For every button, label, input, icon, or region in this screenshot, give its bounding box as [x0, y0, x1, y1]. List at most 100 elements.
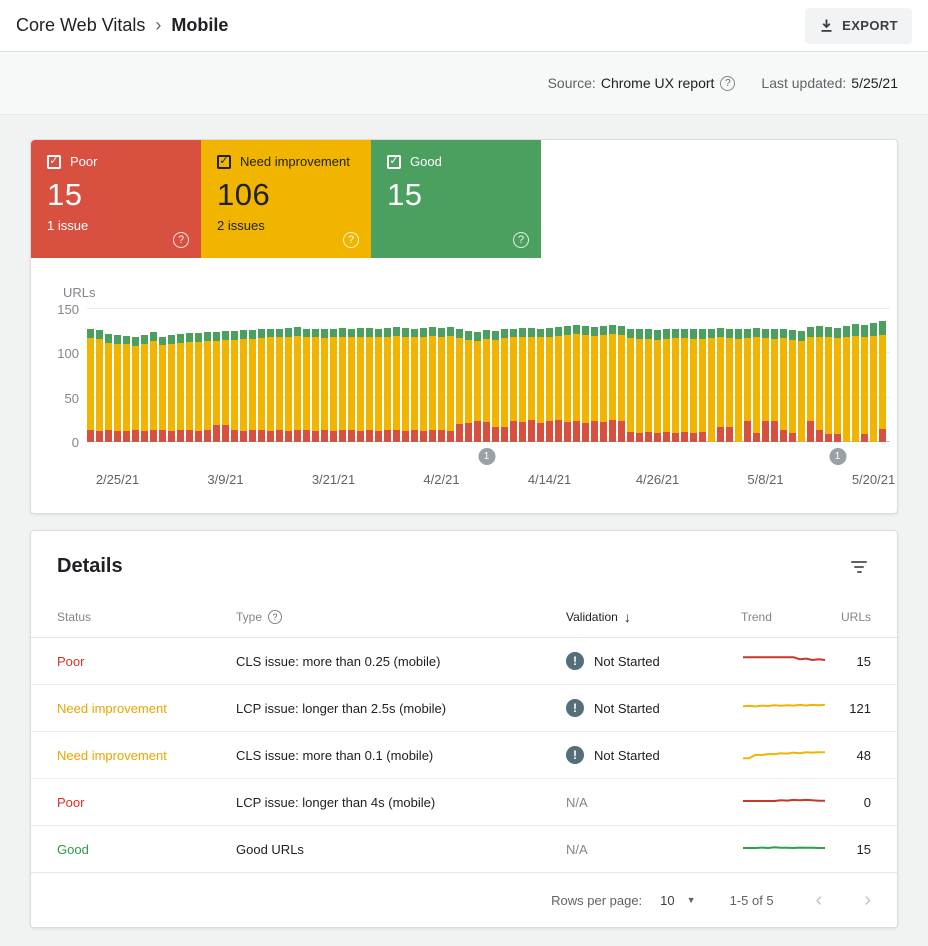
stacked-bar[interactable] [447, 326, 454, 442]
help-icon[interactable]: ? [173, 232, 189, 248]
rows-per-page-select[interactable]: 10 ▼ [660, 893, 695, 908]
breadcrumb-core-web-vitals[interactable]: Core Web Vitals [16, 15, 145, 36]
stacked-bar[interactable] [204, 332, 211, 442]
stacked-bar[interactable] [87, 329, 94, 442]
table-row[interactable]: Poor CLS issue: more than 0.25 (mobile)! N… [31, 638, 897, 685]
table-row[interactable]: Need improvement LCP issue: longer than 2… [31, 685, 897, 732]
next-page-button[interactable]: › [864, 890, 871, 910]
stacked-bar[interactable] [213, 332, 220, 442]
stacked-bar[interactable] [159, 336, 166, 442]
checked-checkbox-icon[interactable]: ✓ [217, 154, 231, 169]
stacked-bar[interactable] [195, 332, 202, 442]
stacked-bar[interactable] [816, 325, 823, 442]
stacked-bar[interactable] [744, 328, 751, 442]
stacked-bar[interactable] [546, 327, 553, 442]
status-card-good[interactable]: ✓ Good 15? [371, 140, 541, 258]
stacked-bar[interactable] [411, 328, 418, 442]
stacked-bar[interactable] [861, 324, 868, 442]
annotation-marker[interactable]: 1 [829, 448, 846, 465]
stacked-bar[interactable] [519, 327, 526, 442]
stacked-bar[interactable] [393, 326, 400, 442]
stacked-bar[interactable] [186, 332, 193, 442]
filter-icon[interactable] [847, 557, 871, 577]
stacked-bar[interactable] [537, 328, 544, 442]
previous-page-button[interactable]: ‹ [816, 890, 823, 910]
stacked-bar[interactable] [474, 332, 481, 442]
stacked-bar[interactable] [690, 329, 697, 442]
stacked-bar[interactable] [627, 328, 634, 442]
stacked-bar[interactable] [798, 331, 805, 442]
stacked-bar[interactable] [528, 327, 535, 442]
help-icon[interactable]: ? [343, 232, 359, 248]
stacked-bar[interactable] [141, 334, 148, 442]
stacked-bar[interactable] [249, 330, 256, 442]
stacked-bar[interactable] [789, 330, 796, 442]
checked-checkbox-icon[interactable]: ✓ [47, 154, 61, 169]
checked-checkbox-icon[interactable]: ✓ [387, 154, 401, 169]
stacked-bar[interactable] [402, 327, 409, 442]
status-card-need-improvement[interactable]: ✓ Need improvement 106 2 issues? [201, 140, 371, 258]
status-card-poor[interactable]: ✓ Poor 15 1 issue? [31, 140, 201, 258]
stacked-bar[interactable] [762, 328, 769, 442]
stacked-bar[interactable] [384, 327, 391, 442]
stacked-bar[interactable] [564, 325, 571, 442]
stacked-bar[interactable] [96, 330, 103, 442]
stacked-bar[interactable] [429, 326, 436, 442]
stacked-bar[interactable] [492, 331, 499, 442]
column-header-urls[interactable]: URLs [841, 610, 871, 624]
stacked-bar[interactable] [267, 328, 274, 442]
help-icon[interactable]: ? [268, 609, 283, 624]
stacked-bar[interactable] [708, 328, 715, 442]
stacked-bar[interactable] [582, 325, 589, 442]
help-icon[interactable]: ? [513, 232, 529, 248]
stacked-bar[interactable] [330, 328, 337, 442]
stacked-bar[interactable] [717, 327, 724, 442]
stacked-bar[interactable] [321, 329, 328, 442]
stacked-bar[interactable] [735, 329, 742, 442]
stacked-bar[interactable] [114, 334, 121, 442]
stacked-bar[interactable] [591, 326, 598, 442]
stacked-bar[interactable] [780, 328, 787, 442]
table-row[interactable]: Poor LCP issue: longer than 4s (mobile) N/… [31, 779, 897, 826]
help-icon[interactable]: ? [720, 75, 736, 91]
stacked-bar[interactable] [294, 326, 301, 442]
stacked-bar[interactable] [312, 328, 319, 442]
stacked-bar[interactable] [276, 328, 283, 442]
stacked-bar[interactable] [357, 327, 364, 442]
stacked-bar[interactable] [348, 328, 355, 442]
stacked-bar[interactable] [231, 331, 238, 442]
stacked-bar[interactable] [510, 328, 517, 442]
stacked-bar[interactable] [852, 324, 859, 442]
stacked-bar[interactable] [753, 327, 760, 442]
stacked-bar[interactable] [600, 325, 607, 442]
stacked-bar[interactable] [465, 331, 472, 442]
stacked-bar[interactable] [123, 335, 130, 442]
stacked-bar[interactable] [807, 326, 814, 442]
column-header-status[interactable]: Status [57, 610, 236, 624]
stacked-bar[interactable] [240, 330, 247, 442]
stacked-bar[interactable] [654, 330, 661, 442]
stacked-bar[interactable] [555, 326, 562, 442]
stacked-bar[interactable] [699, 329, 706, 442]
stacked-bar[interactable] [573, 324, 580, 442]
stacked-bar[interactable] [726, 328, 733, 442]
stacked-bar[interactable] [645, 329, 652, 442]
stacked-bar[interactable] [672, 328, 679, 442]
stacked-bar[interactable] [438, 327, 445, 442]
stacked-bar[interactable] [501, 329, 508, 442]
annotation-marker[interactable]: 1 [478, 448, 495, 465]
table-row[interactable]: Good Good URLs N/A 15 [31, 826, 897, 873]
stacked-bar[interactable] [222, 331, 229, 442]
stacked-bar[interactable] [618, 325, 625, 442]
stacked-bar[interactable] [879, 321, 886, 442]
stacked-bar[interactable] [168, 334, 175, 442]
stacked-bar[interactable] [258, 329, 265, 442]
stacked-bar[interactable] [771, 329, 778, 442]
column-header-type[interactable]: Type [236, 610, 262, 624]
stacked-bar[interactable] [177, 333, 184, 442]
stacked-bar[interactable] [366, 327, 373, 442]
stacked-bar[interactable] [681, 328, 688, 442]
stacked-bar[interactable] [609, 324, 616, 442]
column-header-validation[interactable]: Validation [566, 610, 618, 624]
stacked-bar[interactable] [663, 329, 670, 442]
